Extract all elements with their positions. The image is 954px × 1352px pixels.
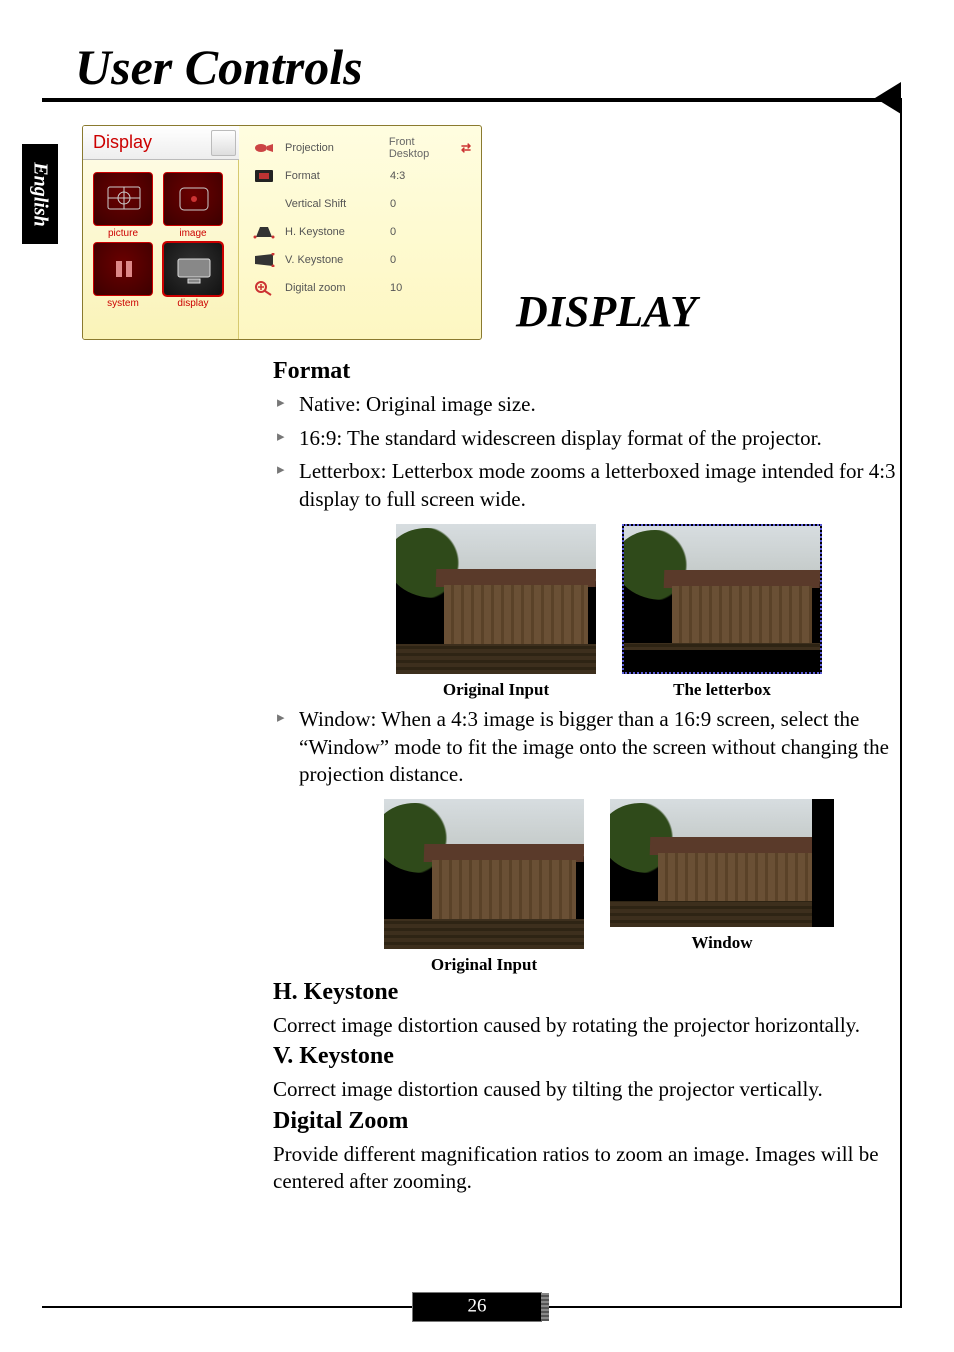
heading-digital-zoom: Digital Zoom — [273, 1108, 905, 1135]
bullet-window: Window: When a 4:3 image is bigger than … — [277, 706, 905, 789]
blank-icon — [253, 196, 275, 212]
osd-tab-picture: picture — [93, 172, 153, 226]
caption: Window — [610, 933, 834, 953]
image-original-input — [396, 524, 596, 674]
bullet-letterbox: Letterbox: Letterbox mode zooms a letter… — [277, 458, 905, 513]
osd-left-panel: Display picture image system display — [83, 126, 239, 339]
thumb-original-1: Original Input — [396, 524, 596, 700]
text-v-keystone: Correct image distortion caused by tilti… — [273, 1076, 905, 1103]
text-digital-zoom: Provide different magnification ratios t… — [273, 1141, 905, 1196]
osd-row-projection: Projection Front Desktop ⇄ — [253, 134, 471, 162]
page-number-ridge — [541, 1293, 549, 1321]
heading-h-keystone: H. Keystone — [273, 979, 905, 1006]
thumb-letterbox: The letterbox — [622, 524, 822, 700]
image-letterbox — [622, 524, 822, 674]
zoom-icon — [253, 280, 275, 296]
example-pair-letterbox: Original Input The letterbox — [313, 524, 905, 700]
heading-format: Format — [273, 358, 905, 385]
example-pair-window: Original Input Window — [313, 799, 905, 975]
swap-icon: ⇄ — [461, 141, 471, 155]
thumb-window: Window — [610, 799, 834, 975]
osd-value-text: Front Desktop — [389, 136, 457, 160]
osd-label: Format — [285, 170, 380, 182]
osd-tab-label: picture — [94, 228, 152, 239]
bullet-native: Native: Original image size. — [277, 391, 905, 419]
frame-top — [42, 98, 902, 102]
language-label: English — [29, 162, 52, 226]
osd-value: 10 — [390, 282, 402, 294]
osd-tab-display: display — [163, 242, 223, 296]
osd-value: 0 — [390, 254, 396, 266]
osd-value: 4:3 — [390, 170, 405, 182]
image-window — [610, 799, 834, 927]
caption: Original Input — [384, 955, 584, 975]
osd-tab-label: image — [164, 228, 222, 239]
osd-title-tab — [211, 130, 236, 156]
heading-v-keystone: V. Keystone — [273, 1043, 905, 1070]
osd-label: Digital zoom — [285, 282, 380, 294]
osd-row-vshift: Vertical Shift 0 — [253, 190, 471, 218]
screen-icon — [253, 168, 275, 184]
osd-label: H. Keystone — [285, 226, 380, 238]
osd-value: 0 — [390, 198, 396, 210]
osd-value: 0 — [390, 226, 396, 238]
page: User Controls English Display picture im… — [0, 0, 954, 1352]
osd-label: V. Keystone — [285, 254, 380, 266]
osd-tab-label: system — [94, 298, 152, 309]
page-number: 26 — [468, 1296, 487, 1318]
language-tab: English — [22, 144, 58, 244]
osd-row-format: Format 4:3 — [253, 162, 471, 190]
osd-tab-system: system — [93, 242, 153, 296]
image-original-input-2 — [384, 799, 584, 949]
section-heading-display: DISPLAY — [516, 286, 697, 337]
osd-tab-grid: picture image system display — [93, 172, 227, 306]
osd-row-vkey: V. Keystone 0 — [253, 246, 471, 274]
body-content: Format Native: Original image size. 16:9… — [273, 354, 905, 1199]
osd-screenshot: Display picture image system display — [82, 125, 482, 340]
osd-value: Front Desktop ⇄ — [389, 136, 471, 160]
osd-row-hkey: H. Keystone 0 — [253, 218, 471, 246]
osd-row-dzoom: Digital zoom 10 — [253, 274, 471, 302]
page-number-box: 26 — [412, 1292, 542, 1322]
nav-arrow-icon — [875, 82, 901, 114]
osd-label: Vertical Shift — [285, 198, 380, 210]
thumb-original-2: Original Input — [384, 799, 584, 975]
projector-icon — [253, 140, 275, 156]
osd-right-panel: Projection Front Desktop ⇄ Format 4:3 Ve… — [239, 126, 481, 339]
h-keystone-icon — [253, 224, 275, 240]
osd-tab-label: display — [164, 298, 222, 309]
bullet-16-9: 16:9: The standard widescreen display fo… — [277, 425, 905, 453]
page-title: User Controls — [75, 38, 363, 96]
osd-label: Projection — [285, 142, 379, 154]
v-keystone-icon — [253, 252, 275, 268]
text-h-keystone: Correct image distortion caused by rotat… — [273, 1012, 905, 1039]
osd-tab-image: image — [163, 172, 223, 226]
caption: Original Input — [396, 680, 596, 700]
caption: The letterbox — [622, 680, 822, 700]
